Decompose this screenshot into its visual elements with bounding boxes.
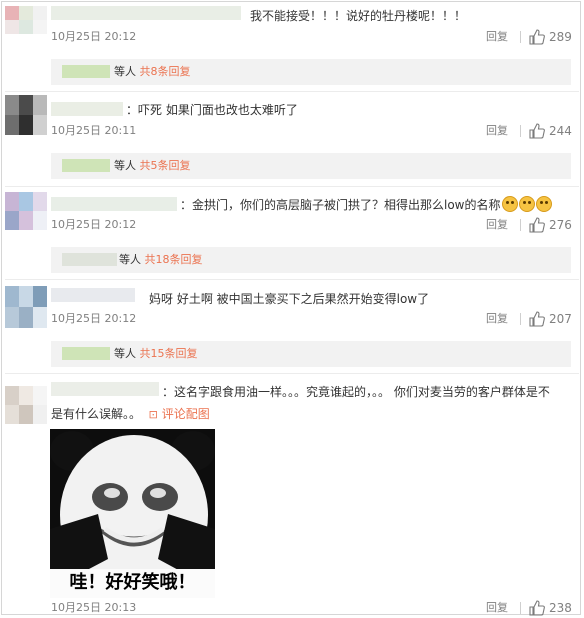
thumbs-up-icon[interactable] bbox=[529, 311, 545, 327]
comment-text: ：金拱门，你们的高层脑子被门拱了？相得出那么low的名称 bbox=[180, 198, 501, 212]
reply-button[interactable]: 回复 bbox=[486, 124, 508, 138]
thumbs-up-icon[interactable] bbox=[529, 29, 545, 45]
reply-username-redacted[interactable] bbox=[62, 65, 110, 78]
replies-box: 等人 共5条回复 bbox=[51, 153, 571, 179]
comment-time: 10月25日 20:12 bbox=[51, 312, 137, 325]
comment-time: 10月25日 20:12 bbox=[51, 30, 137, 43]
comment-divider bbox=[5, 91, 579, 92]
laughing-cry-emoji-icon bbox=[501, 196, 518, 212]
avatar[interactable] bbox=[5, 6, 47, 44]
meme-image[interactable]: 哇！好好笑哦！ bbox=[50, 429, 215, 598]
like-count: 238 bbox=[549, 601, 572, 615]
replies-summary: 等人 共15条回复 bbox=[114, 346, 198, 361]
avatar[interactable] bbox=[5, 95, 47, 135]
replies-summary: 等人 共8条回复 bbox=[114, 64, 191, 79]
comment-time: 10月25日 20:11 bbox=[51, 124, 137, 137]
comment-time: 10月25日 20:13 bbox=[51, 601, 137, 614]
thumbs-up-icon[interactable] bbox=[529, 123, 545, 139]
avatar[interactable] bbox=[5, 192, 47, 230]
meme-caption: 哇！好好笑哦！ bbox=[69, 572, 196, 593]
like-count: 207 bbox=[549, 312, 572, 326]
username-redacted[interactable] bbox=[51, 6, 241, 20]
comment-text: 妈呀 好土啊 被中国土豪买下之后果然开始变得low了 bbox=[149, 292, 430, 306]
like-count: 276 bbox=[549, 218, 572, 232]
reply-username-redacted[interactable] bbox=[62, 159, 110, 172]
replies-box: 等人 共15条回复 bbox=[51, 341, 571, 367]
view-replies-link[interactable]: 共15条回复 bbox=[140, 347, 198, 360]
username-redacted[interactable] bbox=[51, 197, 177, 211]
reply-username-redacted[interactable] bbox=[62, 347, 110, 360]
username-redacted[interactable] bbox=[51, 102, 123, 116]
replies-suffix: 等人 bbox=[119, 253, 141, 266]
comment-divider bbox=[5, 186, 579, 187]
divider bbox=[520, 602, 521, 614]
replies-box: 等人 共18条回复 bbox=[51, 247, 571, 273]
comment-text-row: 是有什么误解。。 ⊡ 评论配图 bbox=[51, 406, 210, 423]
laughing-cry-emoji-icon bbox=[518, 196, 535, 212]
comment-image-link[interactable]: ⊡ 评论配图 bbox=[149, 407, 210, 421]
image-icon: ⊡ bbox=[148, 408, 158, 421]
like-count: 289 bbox=[549, 30, 572, 44]
view-replies-link[interactable]: 共18条回复 bbox=[145, 253, 203, 266]
comment-image-link-label: 评论配图 bbox=[161, 407, 210, 421]
divider bbox=[520, 219, 521, 231]
divider bbox=[520, 31, 521, 43]
reply-button[interactable]: 回复 bbox=[486, 601, 508, 615]
replies-box: 等人 共8条回复 bbox=[51, 59, 571, 85]
reply-button[interactable]: 回复 bbox=[486, 218, 508, 232]
reply-button[interactable]: 回复 bbox=[486, 312, 508, 326]
reply-username-redacted[interactable] bbox=[62, 253, 117, 266]
comment-text-row: ：金拱门，你们的高层脑子被门拱了？相得出那么low的名称 bbox=[180, 196, 552, 213]
comment-text: ：这名字跟食用油一样。。。究竟谁起的，。。 你们对麦当劳的客户群体是不 bbox=[162, 385, 550, 399]
like-count: 244 bbox=[549, 124, 572, 138]
divider bbox=[520, 313, 521, 325]
comment-divider bbox=[5, 373, 579, 374]
replies-summary: 等人 共18条回复 bbox=[119, 252, 203, 267]
thumbs-up-icon[interactable] bbox=[529, 217, 545, 233]
username-redacted[interactable] bbox=[51, 288, 135, 302]
replies-suffix: 等人 bbox=[114, 159, 136, 172]
avatar[interactable] bbox=[5, 286, 47, 328]
laughing-cry-emoji-icon bbox=[535, 196, 552, 212]
comment-text: ：吓死 如果门面也改也太难听了 bbox=[126, 103, 298, 117]
comment-text-continued: 是有什么误解。。 bbox=[51, 407, 142, 421]
divider bbox=[520, 125, 521, 137]
comment-divider bbox=[5, 279, 579, 280]
replies-summary: 等人 共5条回复 bbox=[114, 158, 191, 173]
thumbs-up-icon[interactable] bbox=[529, 600, 545, 616]
replies-suffix: 等人 bbox=[114, 347, 136, 360]
replies-suffix: 等人 bbox=[114, 65, 136, 78]
reply-button[interactable]: 回复 bbox=[486, 30, 508, 44]
comment-time: 10月25日 20:12 bbox=[51, 218, 137, 231]
comment-list: 我不能接受！！！说好的牡丹楼呢！！！ 10月25日 20:12 回复 289 等… bbox=[1, 1, 581, 616]
view-replies-link[interactable]: 共5条回复 bbox=[140, 159, 191, 172]
comment-text: 我不能接受！！！说好的牡丹楼呢！！！ bbox=[250, 9, 467, 23]
username-redacted[interactable] bbox=[51, 382, 159, 396]
avatar[interactable] bbox=[5, 386, 47, 424]
view-replies-link[interactable]: 共8条回复 bbox=[140, 65, 191, 78]
